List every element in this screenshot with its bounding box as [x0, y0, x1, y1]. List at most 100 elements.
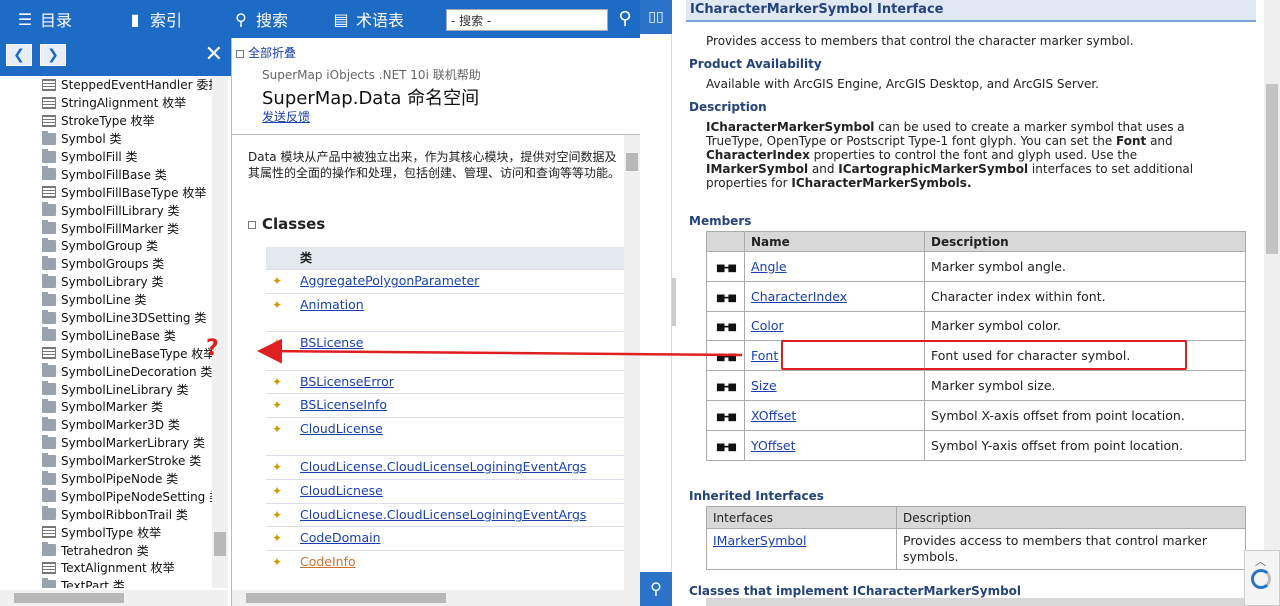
tree-item-label: SymbolPipeNodeSetting 类: [61, 489, 212, 504]
member-link[interactable]: Color: [751, 318, 784, 333]
class-row: ✦ AggregatePolygonParameter: [266, 269, 624, 293]
feedback-link[interactable]: 发送反馈: [262, 108, 310, 125]
content-vertical-scrollbar[interactable]: [624, 135, 640, 590]
page-icon: [42, 561, 56, 574]
implement-table-header: [706, 598, 1246, 606]
member-link[interactable]: Size: [751, 378, 777, 393]
class-link[interactable]: BSLicenseError: [300, 374, 394, 389]
floating-widget[interactable]: ︿: [1244, 550, 1280, 606]
index-button[interactable]: ▮ 索引: [116, 0, 192, 38]
scrollbar-thumb[interactable]: [246, 593, 446, 603]
member-link[interactable]: YOffset: [751, 438, 796, 453]
member-link[interactable]: Angle: [751, 259, 787, 274]
member-link[interactable]: Font: [751, 348, 778, 363]
tree-item-label: SymbolType 枚举: [61, 525, 162, 540]
tree-item[interactable]: SymbolLineBaseType 枚举: [0, 344, 212, 362]
tree-item[interactable]: SymbolMarker 类: [0, 398, 212, 416]
folder-icon: [42, 398, 56, 413]
back-arrow-icon[interactable]: ❮: [6, 44, 32, 66]
tree-item[interactable]: Symbol 类: [0, 130, 212, 148]
tree-item[interactable]: SymbolFillLibrary 类: [0, 201, 212, 219]
tree-item[interactable]: SymbolLine3DSetting 类: [0, 309, 212, 327]
tree-item-label: SymbolGroups 类: [61, 257, 165, 272]
class-link[interactable]: CodeInfo: [300, 554, 356, 569]
member-row: ■━■ XOffset Symbol X-axis offset from poin…: [706, 399, 1246, 431]
help-subtitle: SuperMap iObjects .NET 10i 联机帮助: [262, 68, 481, 82]
class-row: ✦ BSLicenseInfo: [266, 393, 624, 417]
class-link[interactable]: Animation: [300, 297, 364, 312]
tree-item[interactable]: SymbolFillBase 类: [0, 165, 212, 183]
toolbar-search-input[interactable]: - 搜索 -: [446, 9, 608, 31]
tree-vertical-scrollbar[interactable]: [212, 76, 228, 588]
class-link[interactable]: CloudLicense: [300, 421, 383, 436]
class-icon: ✦: [272, 555, 283, 569]
member-link[interactable]: XOffset: [751, 408, 796, 423]
tree-horizontal-scrollbar[interactable]: [0, 590, 228, 606]
splitter-handle[interactable]: [672, 278, 676, 326]
class-link[interactable]: BSLicense: [300, 335, 363, 350]
collapse-all-link[interactable]: 全部折叠: [236, 44, 296, 61]
scrollbar-thumb[interactable]: [14, 593, 124, 603]
member-description: Symbol X-axis offset from point location…: [924, 399, 1246, 431]
scrollbar-thumb[interactable]: [214, 532, 226, 556]
tree-item[interactable]: SymbolRibbonTrail 类: [0, 505, 212, 523]
contents-label: 目录: [40, 11, 73, 30]
tree-item-label: SymbolMarker3D 类: [61, 418, 180, 433]
tree-item[interactable]: SymbolLine 类: [0, 291, 212, 309]
search-button[interactable]: ⚲ 搜索: [222, 0, 298, 38]
tree-item[interactable]: SymbolLineLibrary 类: [0, 380, 212, 398]
glossary-button[interactable]: ▤ 术语表: [322, 0, 414, 38]
member-description: Marker symbol angle.: [924, 251, 1246, 282]
tree-item[interactable]: SymbolFillMarker 类: [0, 219, 212, 237]
close-icon[interactable]: ✕: [205, 42, 223, 68]
property-icon: ■━■: [706, 280, 745, 312]
tree-item[interactable]: SymbolGroups 类: [0, 255, 212, 273]
tree-item[interactable]: SymbolPipeNode 类: [0, 470, 212, 488]
tree-item[interactable]: SteppedEventHandler 委托: [0, 76, 212, 94]
contents-button[interactable]: ☰ 目录: [6, 0, 82, 38]
tree-item[interactable]: Tetrahedron 类: [0, 541, 212, 559]
member-row: ■━■ CharacterIndex Character index within …: [706, 280, 1246, 312]
interface-link[interactable]: IMarkerSymbol: [713, 533, 806, 548]
forward-arrow-icon[interactable]: ❯: [40, 44, 66, 66]
tree-item[interactable]: SymbolFillBaseType 枚举: [0, 183, 212, 201]
scrollbar-thumb[interactable]: [1266, 84, 1278, 254]
class-link[interactable]: CodeDomain: [300, 530, 381, 545]
tree-item[interactable]: TextPart 类: [0, 577, 212, 588]
tree-item[interactable]: SymbolMarker3D 类: [0, 416, 212, 434]
tree-item[interactable]: SymbolLineBase 类: [0, 326, 212, 344]
book-icon[interactable]: ▯▯: [640, 0, 672, 34]
tree-item[interactable]: SymbolType 枚举: [0, 523, 212, 541]
supermap-help-window: ☰ 目录 ▮ 索引 ⚲ 搜索 ▤ 术语表 - 搜索 - ⚲ ❮ ❯ ✕ Step…: [0, 0, 640, 606]
toolbar-search-icon[interactable]: ⚲: [612, 6, 638, 32]
search-icon[interactable]: ⚲: [640, 572, 672, 606]
tree-item[interactable]: SymbolMarkerLibrary 类: [0, 434, 212, 452]
scrollbar-thumb[interactable]: [626, 153, 638, 171]
tree-item[interactable]: SymbolFill 类: [0, 148, 212, 166]
folder-icon: [42, 273, 56, 288]
tree-item[interactable]: StrokeType 枚举: [0, 112, 212, 130]
class-link[interactable]: AggregatePolygonParameter: [300, 273, 479, 288]
class-row: ✦ BSLicense: [266, 331, 624, 370]
tree-item[interactable]: SymbolLibrary 类: [0, 273, 212, 291]
class-link[interactable]: CloudLicense.CloudLicenseLoginingEventAr…: [300, 459, 586, 474]
tree-item[interactable]: SymbolGroup 类: [0, 237, 212, 255]
doc-vertical-scrollbar[interactable]: [1264, 0, 1280, 606]
class-link[interactable]: CloudLicnese: [300, 483, 383, 498]
class-icon: ✦: [272, 375, 283, 389]
tree-item[interactable]: StringAlignment 枚举: [0, 94, 212, 112]
tree-item[interactable]: SymbolMarkerStroke 类: [0, 452, 212, 470]
interface-description: Provides access to members that control …: [896, 528, 1246, 570]
content-horizontal-scrollbar[interactable]: [232, 590, 640, 606]
classes-heading[interactable]: Classes: [248, 215, 325, 233]
chevron-up-icon[interactable]: ︿: [1255, 553, 1266, 569]
tree-item[interactable]: SymbolLineDecoration 类: [0, 362, 212, 380]
classes-heading-label: Classes: [262, 215, 326, 233]
class-link[interactable]: CloudLicnese.CloudLicenseLoginingEventAr…: [300, 507, 586, 522]
page-icon: [42, 186, 56, 199]
tree-item[interactable]: TextAlignment 枚举: [0, 559, 212, 577]
tree-item-label: SymbolLibrary 类: [61, 275, 164, 290]
tree-item[interactable]: SymbolPipeNodeSetting 类: [0, 487, 212, 505]
class-link[interactable]: BSLicenseInfo: [300, 397, 387, 412]
member-link[interactable]: CharacterIndex: [751, 289, 847, 304]
